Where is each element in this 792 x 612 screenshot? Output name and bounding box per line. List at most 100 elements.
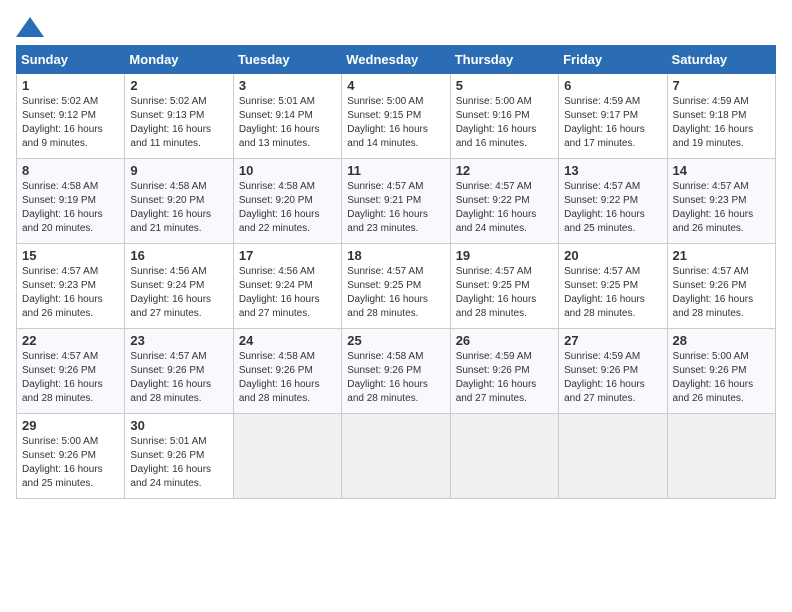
day-number: 25 [347, 333, 444, 348]
calendar-cell: 6 Sunrise: 4:59 AMSunset: 9:17 PMDayligh… [559, 74, 667, 159]
logo-icon [16, 17, 44, 37]
calendar-cell: 13 Sunrise: 4:57 AMSunset: 9:22 PMDaylig… [559, 159, 667, 244]
day-info: Sunrise: 4:58 AMSunset: 9:20 PMDaylight:… [239, 180, 336, 236]
day-info: Sunrise: 4:57 AMSunset: 9:25 PMDaylight:… [564, 265, 661, 321]
calendar-cell [342, 414, 450, 499]
calendar-cell [233, 414, 341, 499]
calendar-cell: 26 Sunrise: 4:59 AMSunset: 9:26 PMDaylig… [450, 329, 558, 414]
calendar-cell: 23 Sunrise: 4:57 AMSunset: 9:26 PMDaylig… [125, 329, 233, 414]
day-info: Sunrise: 5:00 AMSunset: 9:26 PMDaylight:… [673, 350, 770, 406]
day-info: Sunrise: 4:57 AMSunset: 9:21 PMDaylight:… [347, 180, 444, 236]
calendar-cell [667, 414, 775, 499]
day-info: Sunrise: 4:58 AMSunset: 9:20 PMDaylight:… [130, 180, 227, 236]
calendar-cell: 22 Sunrise: 4:57 AMSunset: 9:26 PMDaylig… [17, 329, 125, 414]
day-info: Sunrise: 5:00 AMSunset: 9:26 PMDaylight:… [22, 435, 119, 491]
day-number: 30 [130, 418, 227, 433]
calendar-week-row: 22 Sunrise: 4:57 AMSunset: 9:26 PMDaylig… [17, 329, 776, 414]
calendar-cell: 27 Sunrise: 4:59 AMSunset: 9:26 PMDaylig… [559, 329, 667, 414]
day-info: Sunrise: 4:57 AMSunset: 9:23 PMDaylight:… [673, 180, 770, 236]
calendar-cell: 12 Sunrise: 4:57 AMSunset: 9:22 PMDaylig… [450, 159, 558, 244]
day-info: Sunrise: 4:59 AMSunset: 9:26 PMDaylight:… [564, 350, 661, 406]
day-number: 20 [564, 248, 661, 263]
calendar-cell: 21 Sunrise: 4:57 AMSunset: 9:26 PMDaylig… [667, 244, 775, 329]
day-number: 13 [564, 163, 661, 178]
day-info: Sunrise: 4:57 AMSunset: 9:23 PMDaylight:… [22, 265, 119, 321]
day-info: Sunrise: 4:59 AMSunset: 9:17 PMDaylight:… [564, 95, 661, 151]
logo [16, 16, 48, 37]
day-info: Sunrise: 4:59 AMSunset: 9:18 PMDaylight:… [673, 95, 770, 151]
calendar-table: SundayMondayTuesdayWednesdayThursdayFrid… [16, 45, 776, 499]
day-info: Sunrise: 4:56 AMSunset: 9:24 PMDaylight:… [239, 265, 336, 321]
day-number: 4 [347, 78, 444, 93]
calendar-week-row: 15 Sunrise: 4:57 AMSunset: 9:23 PMDaylig… [17, 244, 776, 329]
day-number: 17 [239, 248, 336, 263]
day-number: 21 [673, 248, 770, 263]
day-number: 1 [22, 78, 119, 93]
header-day: Tuesday [233, 46, 341, 74]
day-info: Sunrise: 4:59 AMSunset: 9:26 PMDaylight:… [456, 350, 553, 406]
calendar-cell: 7 Sunrise: 4:59 AMSunset: 9:18 PMDayligh… [667, 74, 775, 159]
header-day: Wednesday [342, 46, 450, 74]
calendar-cell: 14 Sunrise: 4:57 AMSunset: 9:23 PMDaylig… [667, 159, 775, 244]
day-number: 12 [456, 163, 553, 178]
day-info: Sunrise: 5:00 AMSunset: 9:15 PMDaylight:… [347, 95, 444, 151]
day-info: Sunrise: 4:57 AMSunset: 9:22 PMDaylight:… [456, 180, 553, 236]
calendar-cell: 15 Sunrise: 4:57 AMSunset: 9:23 PMDaylig… [17, 244, 125, 329]
header-day: Thursday [450, 46, 558, 74]
calendar-cell: 4 Sunrise: 5:00 AMSunset: 9:15 PMDayligh… [342, 74, 450, 159]
calendar-cell: 11 Sunrise: 4:57 AMSunset: 9:21 PMDaylig… [342, 159, 450, 244]
day-number: 11 [347, 163, 444, 178]
calendar-cell: 2 Sunrise: 5:02 AMSunset: 9:13 PMDayligh… [125, 74, 233, 159]
day-number: 18 [347, 248, 444, 263]
day-info: Sunrise: 4:58 AMSunset: 9:26 PMDaylight:… [239, 350, 336, 406]
day-info: Sunrise: 4:57 AMSunset: 9:26 PMDaylight:… [673, 265, 770, 321]
calendar-cell: 16 Sunrise: 4:56 AMSunset: 9:24 PMDaylig… [125, 244, 233, 329]
calendar-cell: 30 Sunrise: 5:01 AMSunset: 9:26 PMDaylig… [125, 414, 233, 499]
calendar-week-row: 29 Sunrise: 5:00 AMSunset: 9:26 PMDaylig… [17, 414, 776, 499]
day-info: Sunrise: 4:58 AMSunset: 9:26 PMDaylight:… [347, 350, 444, 406]
calendar-week-row: 1 Sunrise: 5:02 AMSunset: 9:12 PMDayligh… [17, 74, 776, 159]
calendar-cell [450, 414, 558, 499]
day-info: Sunrise: 4:57 AMSunset: 9:22 PMDaylight:… [564, 180, 661, 236]
day-info: Sunrise: 5:00 AMSunset: 9:16 PMDaylight:… [456, 95, 553, 151]
day-number: 22 [22, 333, 119, 348]
calendar-cell: 9 Sunrise: 4:58 AMSunset: 9:20 PMDayligh… [125, 159, 233, 244]
day-info: Sunrise: 4:56 AMSunset: 9:24 PMDaylight:… [130, 265, 227, 321]
day-number: 15 [22, 248, 119, 263]
day-number: 24 [239, 333, 336, 348]
calendar-cell: 10 Sunrise: 4:58 AMSunset: 9:20 PMDaylig… [233, 159, 341, 244]
day-number: 10 [239, 163, 336, 178]
calendar-cell: 24 Sunrise: 4:58 AMSunset: 9:26 PMDaylig… [233, 329, 341, 414]
day-number: 27 [564, 333, 661, 348]
day-number: 8 [22, 163, 119, 178]
calendar-cell: 8 Sunrise: 4:58 AMSunset: 9:19 PMDayligh… [17, 159, 125, 244]
header-day: Monday [125, 46, 233, 74]
day-number: 5 [456, 78, 553, 93]
day-info: Sunrise: 4:57 AMSunset: 9:25 PMDaylight:… [456, 265, 553, 321]
calendar-cell: 19 Sunrise: 4:57 AMSunset: 9:25 PMDaylig… [450, 244, 558, 329]
day-number: 6 [564, 78, 661, 93]
day-info: Sunrise: 4:58 AMSunset: 9:19 PMDaylight:… [22, 180, 119, 236]
day-info: Sunrise: 4:57 AMSunset: 9:26 PMDaylight:… [130, 350, 227, 406]
day-number: 3 [239, 78, 336, 93]
day-info: Sunrise: 4:57 AMSunset: 9:25 PMDaylight:… [347, 265, 444, 321]
calendar-cell: 29 Sunrise: 5:00 AMSunset: 9:26 PMDaylig… [17, 414, 125, 499]
day-info: Sunrise: 5:02 AMSunset: 9:13 PMDaylight:… [130, 95, 227, 151]
day-number: 7 [673, 78, 770, 93]
day-number: 29 [22, 418, 119, 433]
calendar-cell: 5 Sunrise: 5:00 AMSunset: 9:16 PMDayligh… [450, 74, 558, 159]
calendar-cell: 1 Sunrise: 5:02 AMSunset: 9:12 PMDayligh… [17, 74, 125, 159]
day-number: 2 [130, 78, 227, 93]
calendar-cell: 25 Sunrise: 4:58 AMSunset: 9:26 PMDaylig… [342, 329, 450, 414]
day-number: 16 [130, 248, 227, 263]
page-header [16, 16, 776, 37]
calendar-cell: 20 Sunrise: 4:57 AMSunset: 9:25 PMDaylig… [559, 244, 667, 329]
day-number: 26 [456, 333, 553, 348]
calendar-cell: 17 Sunrise: 4:56 AMSunset: 9:24 PMDaylig… [233, 244, 341, 329]
day-number: 9 [130, 163, 227, 178]
day-number: 23 [130, 333, 227, 348]
day-number: 14 [673, 163, 770, 178]
header-day: Sunday [17, 46, 125, 74]
calendar-week-row: 8 Sunrise: 4:58 AMSunset: 9:19 PMDayligh… [17, 159, 776, 244]
calendar-cell: 18 Sunrise: 4:57 AMSunset: 9:25 PMDaylig… [342, 244, 450, 329]
